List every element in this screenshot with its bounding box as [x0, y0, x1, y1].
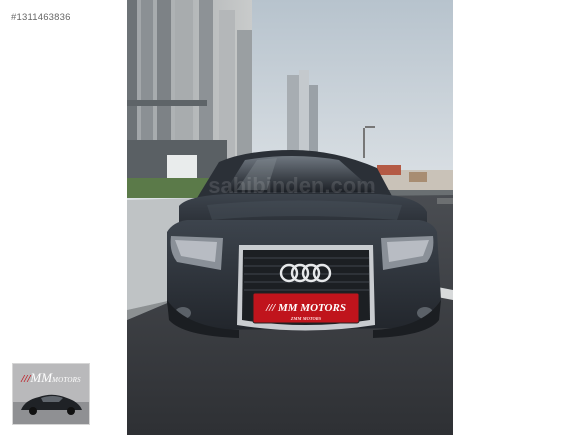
plate-sub-text: ZMM MOTORS [290, 316, 322, 321]
license-plate: /// MM MOTORS ZMM MOTORS [252, 292, 360, 324]
thumbnail-brand-suffix: MOTORS [52, 376, 81, 384]
plate-main-text: /// MM MOTORS [265, 302, 346, 314]
car-photo-illustration: /// MM MOTORS ZMM MOTORS sahibinden.com [127, 0, 453, 435]
thumbnail-brand: ///MMMOTORS [15, 370, 87, 386]
thumbnail-image[interactable]: ///MMMOTORS [12, 363, 90, 425]
thumbnail-brand-mm: MM [30, 370, 53, 385]
listing-id-label: #1311463836 [11, 12, 71, 23]
watermark-text: sahibinden.com [208, 173, 375, 198]
main-photo[interactable]: /// MM MOTORS ZMM MOTORS sahibinden.com [127, 0, 453, 435]
